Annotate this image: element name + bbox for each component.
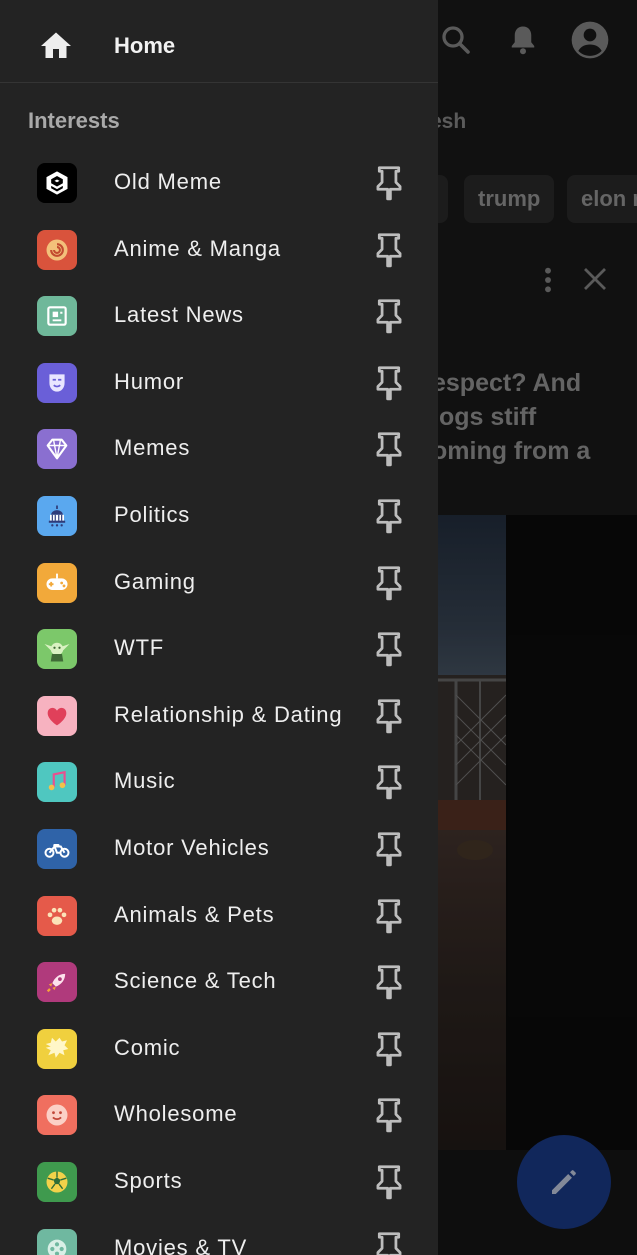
interest-label: Science & Tech	[114, 968, 277, 994]
interest-label: Animals & Pets	[114, 901, 275, 927]
pin-icon[interactable]	[375, 631, 403, 667]
interest-item-relationship-dating[interactable]: Relationship & Dating	[0, 682, 438, 749]
interest-item-anime-manga[interactable]: Anime & Manga	[0, 216, 438, 283]
pin-icon[interactable]	[375, 431, 403, 467]
interest-label: Sports	[114, 1167, 183, 1193]
interest-label: Gaming	[114, 568, 196, 594]
pin-icon[interactable]	[375, 365, 403, 401]
interest-item-comic[interactable]: Comic	[0, 1015, 438, 1082]
interest-item-wtf[interactable]: WTF	[0, 615, 438, 682]
interest-label: Humor	[114, 368, 185, 394]
rocket-icon	[37, 962, 77, 1003]
newspaper-icon	[37, 296, 77, 337]
interest-item-gaming[interactable]: Gaming	[0, 549, 438, 616]
home-icon	[41, 32, 71, 58]
interest-item-science-tech[interactable]: Science & Tech	[0, 948, 438, 1015]
film-reel-icon	[37, 1228, 77, 1255]
interest-label: Memes	[114, 435, 191, 461]
interest-label: Comic	[114, 1034, 181, 1060]
pin-icon[interactable]	[375, 964, 403, 1000]
interest-label: Anime & Manga	[114, 235, 281, 261]
interest-label: Wholesome	[114, 1101, 238, 1127]
pin-icon[interactable]	[375, 831, 403, 867]
speech-burst-icon	[37, 1028, 77, 1069]
pin-icon[interactable]	[375, 165, 403, 201]
pin-icon[interactable]	[375, 1031, 403, 1067]
interest-item-wholesome[interactable]: Wholesome	[0, 1081, 438, 1148]
pin-icon[interactable]	[375, 232, 403, 268]
interest-label: WTF	[114, 635, 165, 661]
diamond-icon	[37, 429, 77, 470]
home-label: Home	[114, 33, 176, 58]
music-note-icon	[37, 762, 77, 803]
interest-item-politics[interactable]: Politics	[0, 482, 438, 549]
naruto-swirl-icon	[37, 229, 77, 270]
interest-label: Relationship & Dating	[114, 701, 343, 727]
yoda-icon	[37, 629, 77, 670]
interest-item-animals-pets[interactable]: Animals & Pets	[0, 882, 438, 949]
interest-label: Movies & TV	[114, 1234, 248, 1255]
interest-item-memes[interactable]: Memes	[0, 415, 438, 482]
interest-item-music[interactable]: Music	[0, 748, 438, 815]
interest-label: Motor Vehicles	[114, 834, 270, 860]
pin-icon[interactable]	[375, 498, 403, 534]
interest-label: Politics	[114, 501, 191, 527]
smiley-icon	[37, 1095, 77, 1136]
pin-icon[interactable]	[375, 1097, 403, 1133]
mask-icon	[37, 362, 77, 403]
motorcycle-icon	[37, 828, 77, 869]
interest-label: Old Meme	[114, 169, 222, 194]
interest-item-old-meme[interactable]: Old Meme	[0, 149, 438, 216]
pin-icon[interactable]	[375, 298, 403, 334]
navigation-drawer: Home Interests Old Meme Anime & Manga La…	[0, 0, 438, 1255]
interests-section-title: Interests	[28, 108, 120, 133]
interest-label: Latest News	[114, 302, 244, 328]
paw-icon	[37, 895, 77, 936]
soccer-ball-icon	[37, 1161, 77, 1202]
pin-icon[interactable]	[375, 764, 403, 800]
pin-icon[interactable]	[375, 898, 403, 934]
heart-icon	[37, 695, 77, 736]
interest-item-latest-news[interactable]: Latest News	[0, 282, 438, 349]
interests-list: Old Meme Anime & Manga Latest News Humor…	[0, 149, 438, 1255]
interest-item-movies-tv[interactable]: Movies & TV	[0, 1215, 438, 1255]
drawer-item-home[interactable]: Home	[0, 0, 438, 83]
interest-item-motor-vehicles[interactable]: Motor Vehicles	[0, 815, 438, 882]
interest-item-sports[interactable]: Sports	[0, 1148, 438, 1215]
pin-icon[interactable]	[375, 698, 403, 734]
pin-icon[interactable]	[375, 1231, 403, 1255]
capitol-icon	[37, 495, 77, 536]
interest-item-humor[interactable]: Humor	[0, 349, 438, 416]
pin-icon[interactable]	[375, 565, 403, 601]
pin-icon[interactable]	[375, 1164, 403, 1200]
interest-label: Music	[114, 768, 176, 794]
9gag-icon	[37, 163, 77, 203]
gamepad-icon	[37, 562, 77, 603]
